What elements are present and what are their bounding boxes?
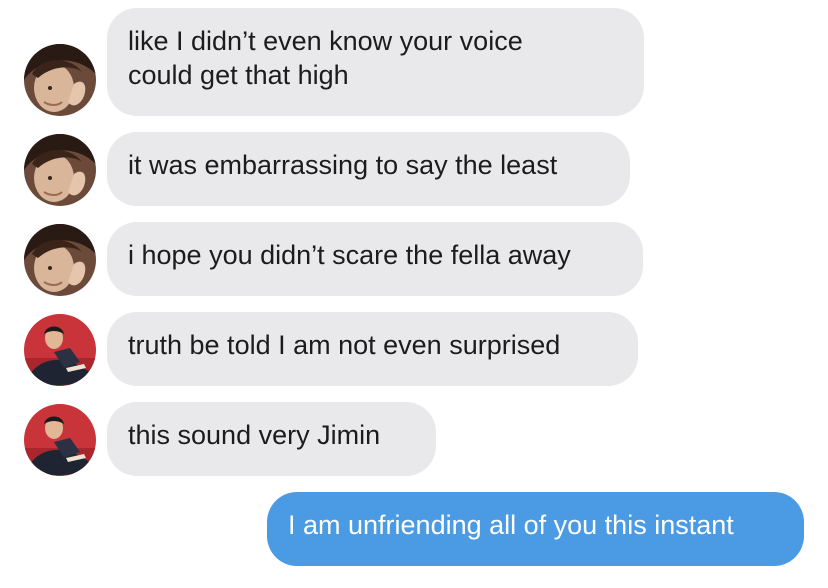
message-bubble-received[interactable]: i hope you didn’t scare the fella away [107, 222, 643, 296]
avatar-photo-b [24, 314, 96, 386]
message-bubble-sent[interactable]: I am unfriending all of you this instant [267, 492, 804, 566]
message-bubble-received[interactable]: truth be told I am not even surprised [107, 312, 638, 386]
message-bubble-received[interactable]: like I didn’t even know your voice could… [107, 8, 644, 116]
avatar[interactable] [24, 44, 96, 116]
avatar-photo-b [24, 404, 96, 476]
avatar[interactable] [24, 134, 96, 206]
avatar[interactable] [24, 404, 96, 476]
avatar[interactable] [24, 224, 96, 296]
message-bubble-received[interactable]: it was embarrassing to say the least [107, 132, 630, 206]
avatar[interactable] [24, 314, 96, 386]
message-bubble-received[interactable]: this sound very Jimin [107, 402, 436, 476]
avatar-photo-a [24, 134, 96, 206]
avatar-photo-a [24, 224, 96, 296]
avatar-photo-a [24, 44, 96, 116]
